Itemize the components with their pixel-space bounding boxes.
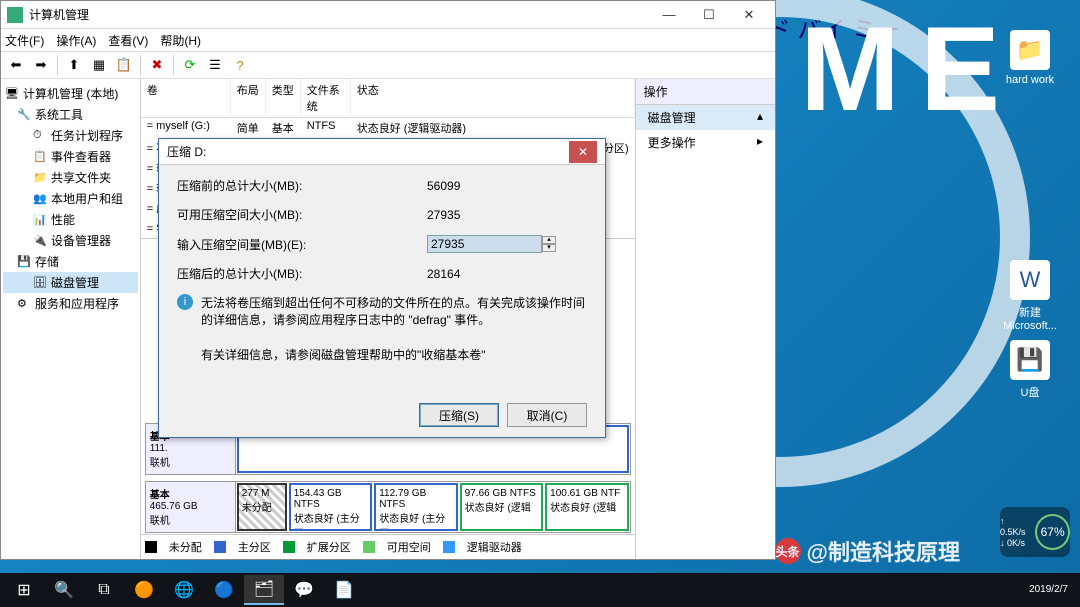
tree-devmgr[interactable]: 🔌设备管理器 — [3, 230, 138, 251]
avail-size-label: 可用压缩空间大小(MB): — [177, 206, 427, 223]
usb-icon: 💾 — [1010, 340, 1050, 380]
window-title: 计算机管理 — [29, 6, 89, 23]
taskbar-app-5[interactable]: 💬 — [284, 575, 324, 605]
dialog-title-text: 压缩 D: — [167, 143, 206, 160]
actions-panel: 操作 磁盘管理▴ 更多操作▸ — [636, 79, 775, 559]
dialog-titlebar: 压缩 D: ✕ — [159, 139, 605, 165]
tree-systools[interactable]: 🔧系统工具 — [3, 104, 138, 125]
toolbar: ⬅ ➡ ⬆ ▦ 📋 ✖ ⟳ ☰ ? — [1, 51, 775, 79]
watermark: 头条 @制造科技原理 — [775, 535, 960, 567]
help-button[interactable]: ? — [229, 54, 251, 76]
shrink-button[interactable]: 压缩(S) — [419, 403, 499, 427]
volume-row[interactable]: = myself (G:)简单基本NTFS状态良好 (逻辑驱动器) — [141, 118, 635, 138]
back-button[interactable]: ⬅ — [5, 54, 27, 76]
menu-help[interactable]: 帮助(H) — [160, 32, 201, 49]
cancel-button[interactable]: 取消(C) — [507, 403, 587, 427]
show-hide-button[interactable]: ▦ — [88, 54, 110, 76]
legend: 未分配 主分区 扩展分区 可用空间 逻辑驱动器 — [141, 534, 635, 559]
desktop-icon-word[interactable]: W 新建 Microsoft... — [1000, 260, 1060, 332]
titlebar: 计算机管理 — ☐ ✕ — [1, 1, 775, 29]
forward-button[interactable]: ➡ — [30, 54, 52, 76]
desktop-icon-hardwork[interactable]: 📁 hard work — [1000, 30, 1060, 86]
tree-root[interactable]: 🖥计算机管理 (本地) — [3, 83, 138, 104]
info-text-1: 无法将卷压缩到超出任何不可移动的文件所在的点。有关完成该操作时间的详细信息，请参… — [201, 294, 587, 328]
up-button[interactable]: ⬆ — [63, 54, 85, 76]
refresh-button[interactable]: ⟳ — [179, 54, 201, 76]
info-text-2: 有关详细信息，请参阅磁盘管理帮助中的"收缩基本卷" — [201, 346, 486, 363]
network-widget[interactable]: ↑ 0.5K/s ↓ 0K/s 67% — [1000, 507, 1070, 557]
delete-button[interactable]: ✖ — [146, 54, 168, 76]
legend-primary: 主分区 — [238, 539, 271, 555]
before-size-value: 56099 — [427, 179, 557, 193]
col-type[interactable]: 类型 — [266, 79, 301, 117]
desktop-icon-udisk[interactable]: 💾 U盘 — [1000, 340, 1060, 400]
actions-diskmgmt[interactable]: 磁盘管理▴ — [636, 105, 775, 130]
spinner[interactable]: ▴▾ — [542, 236, 556, 252]
tree-perf[interactable]: 📊性能 — [3, 209, 138, 230]
folder-icon: 📁 — [1010, 30, 1050, 70]
start-button[interactable]: ⊞ — [4, 575, 44, 605]
list-button[interactable]: ☰ — [204, 54, 226, 76]
tree-users[interactable]: 👥本地用户和组 — [3, 188, 138, 209]
maximize-button[interactable]: ☐ — [689, 2, 729, 28]
before-size-label: 压缩前的总计大小(MB): — [177, 177, 427, 194]
spin-up[interactable]: ▴ — [542, 236, 556, 244]
tree-services[interactable]: ⚙服务和应用程序 — [3, 293, 138, 314]
legend-unalloc: 未分配 — [169, 539, 202, 555]
partition[interactable]: 100.61 GB NTF状态良好 (逻辑 — [545, 483, 628, 531]
tree-shared[interactable]: 📁共享文件夹 — [3, 167, 138, 188]
system-tray[interactable]: 2019/2/7 — [1029, 584, 1076, 596]
col-fs[interactable]: 文件系统 — [301, 79, 351, 117]
menu-action[interactable]: 操作(A) — [56, 32, 96, 49]
info-icon: i — [177, 294, 193, 310]
partition[interactable]: 112.79 GB NTFS状态良好 (主分区 — [374, 483, 457, 531]
col-volume[interactable]: 卷 — [141, 79, 231, 117]
col-layout[interactable]: 布局 — [231, 79, 266, 117]
spin-down[interactable]: ▾ — [542, 244, 556, 252]
net-percent: 67% — [1035, 514, 1070, 550]
clock[interactable]: 2019/2/7 — [1029, 584, 1068, 596]
col-status[interactable]: 状态 — [351, 79, 635, 117]
partition[interactable]: 154.43 GB NTFS状态良好 (主分区 — [289, 483, 372, 531]
partition[interactable]: 97.66 GB NTFS状态良好 (逻辑 — [460, 483, 543, 531]
taskbar: ⊞ 🔍 ⧉ 🟠 🌐 🔵 🗂 💬 📄 2019/2/7 — [0, 573, 1080, 607]
tree-eventviewer[interactable]: 📋事件查看器 — [3, 146, 138, 167]
actions-more[interactable]: 更多操作▸ — [636, 130, 775, 155]
close-button[interactable]: ✕ — [729, 2, 769, 28]
tree-tasksched[interactable]: ⏱任务计划程序 — [3, 125, 138, 146]
tree-storage[interactable]: 💾存储 — [3, 251, 138, 272]
disk-row-1: 基本465.76 GB联机 277 M未分配154.43 GB NTFS状态良好… — [145, 481, 631, 533]
menu-file[interactable]: 文件(F) — [5, 32, 44, 49]
legend-free: 可用空间 — [387, 539, 431, 555]
legend-logical: 逻辑驱动器 — [467, 539, 522, 555]
after-size-label: 压缩后的总计大小(MB): — [177, 265, 427, 282]
app-icon — [7, 7, 23, 23]
taskbar-app-6[interactable]: 📄 — [324, 575, 364, 605]
taskbar-app-2[interactable]: 🌐 — [164, 575, 204, 605]
nav-tree: 🖥计算机管理 (本地) 🔧系统工具 ⏱任务计划程序 📋事件查看器 📁共享文件夹 … — [1, 79, 141, 559]
actions-header: 操作 — [636, 79, 775, 105]
legend-ext: 扩展分区 — [307, 539, 351, 555]
minimize-button[interactable]: — — [649, 2, 689, 28]
watermark-icon: 头条 — [775, 538, 801, 564]
taskbar-app-3[interactable]: 🔵 — [204, 575, 244, 605]
shrink-amount-input[interactable] — [427, 235, 542, 253]
tree-diskmgmt[interactable]: 🗄磁盘管理 — [3, 272, 138, 293]
after-size-value: 28164 — [427, 267, 557, 281]
properties-button[interactable]: 📋 — [113, 54, 135, 76]
taskbar-app-1[interactable]: 🟠 — [124, 575, 164, 605]
shrink-dialog: 压缩 D: ✕ 压缩前的总计大小(MB): 56099 可用压缩空间大小(MB)… — [158, 138, 606, 438]
taskbar-search[interactable]: 🔍 — [44, 575, 84, 605]
partition[interactable]: 277 M未分配 — [237, 483, 287, 531]
taskbar-taskview[interactable]: ⧉ — [84, 575, 124, 605]
disk-label-1: 基本465.76 GB联机 — [146, 482, 236, 532]
avail-size-value: 27935 — [427, 208, 557, 222]
dialog-close-button[interactable]: ✕ — [569, 141, 597, 163]
taskbar-app-4[interactable]: 🗂 — [244, 575, 284, 605]
menubar: 文件(F) 操作(A) 查看(V) 帮助(H) — [1, 29, 775, 51]
input-size-label: 输入压缩空间量(MB)(E): — [177, 236, 427, 253]
word-icon: W — [1010, 260, 1050, 300]
menu-view[interactable]: 查看(V) — [108, 32, 148, 49]
